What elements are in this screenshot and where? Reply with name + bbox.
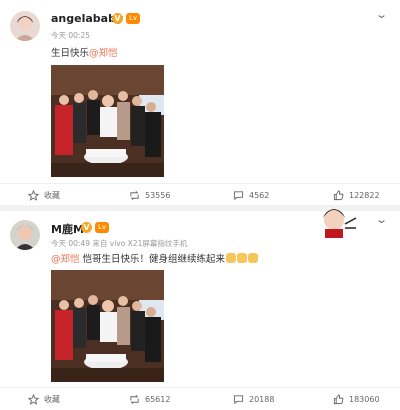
like-button[interactable]: 183060 [333,388,380,410]
weibo-post-2: M鹿M V Lv 今天 00:49 来自 vivo X21屏幕指纹手机 ⌄ @郑… [0,209,400,410]
verified-icon: V [81,222,92,233]
repost-button[interactable]: 65612 [129,388,170,410]
post-source: 来自 vivo X21屏幕指纹手机 [92,239,188,248]
favorite-label: 收藏 [44,190,60,200]
repost-icon [130,394,139,404]
favorite-button[interactable]: 收藏 [28,388,60,410]
comment-button[interactable]: 4562 [233,184,269,206]
avatar[interactable] [10,220,40,250]
favorite-label: 收藏 [44,394,60,404]
star-icon [28,393,39,405]
post-photo[interactable] [51,270,164,382]
action-bar: 收藏 65612 20188 183060 [0,387,400,410]
repost-button[interactable]: 53556 [129,184,170,206]
star-icon [28,189,39,201]
post-text: 生日快乐@郑恺 [51,45,118,59]
comment-count: 20188 [249,394,275,404]
username[interactable]: M鹿M [51,221,84,237]
group-photo-image [51,270,164,382]
post-time: 今天 00:49 [51,239,90,248]
chevron-down-icon[interactable]: ⌄ [375,213,388,226]
cartoon-sticker [323,209,357,238]
post-time: 今天 00:25 [51,31,90,40]
flexed-bicep-emoji [225,253,259,265]
sticker-image [318,206,358,240]
post-photo[interactable] [51,65,164,177]
mention-link[interactable]: @郑恺 [51,254,80,265]
like-count: 183060 [349,394,380,404]
weibo-post-1: angelababy V Lv 今天 00:25 ⌄ 生日快乐@郑恺 收藏 53… [0,0,400,205]
favorite-button[interactable]: 收藏 [28,184,60,206]
comment-button[interactable]: 20188 [233,388,274,410]
chevron-down-icon[interactable]: ⌄ [375,8,388,21]
post-meta: 今天 00:49 来自 vivo X21屏幕指纹手机 [51,238,187,249]
action-bar: 收藏 53556 4562 122822 [0,183,400,206]
post-text: @郑恺 恺哥生日快乐！健身组继续练起来 [51,251,259,265]
post-text-body: 恺哥生日快乐！健身组继续练起来 [79,254,226,265]
repost-count: 65612 [145,394,171,404]
avatar[interactable] [10,11,40,41]
comment-icon [233,394,244,404]
thumbs-up-icon [333,393,344,404]
thumbs-up-icon [333,189,344,200]
comment-icon [233,190,244,200]
level-badge: Lv [95,222,109,233]
repost-count: 53556 [145,190,171,200]
repost-icon [130,190,139,200]
avatar-image [10,11,40,41]
verified-icon: V [112,13,123,24]
level-badge: Lv [126,13,140,24]
comment-count: 4562 [249,190,270,200]
like-button[interactable]: 122822 [333,184,380,206]
like-count: 122822 [349,190,380,200]
mention-link[interactable]: @郑恺 [89,48,118,59]
post-text-body: 生日快乐 [51,48,90,59]
group-photo-image [51,65,164,177]
avatar-image [10,220,40,250]
